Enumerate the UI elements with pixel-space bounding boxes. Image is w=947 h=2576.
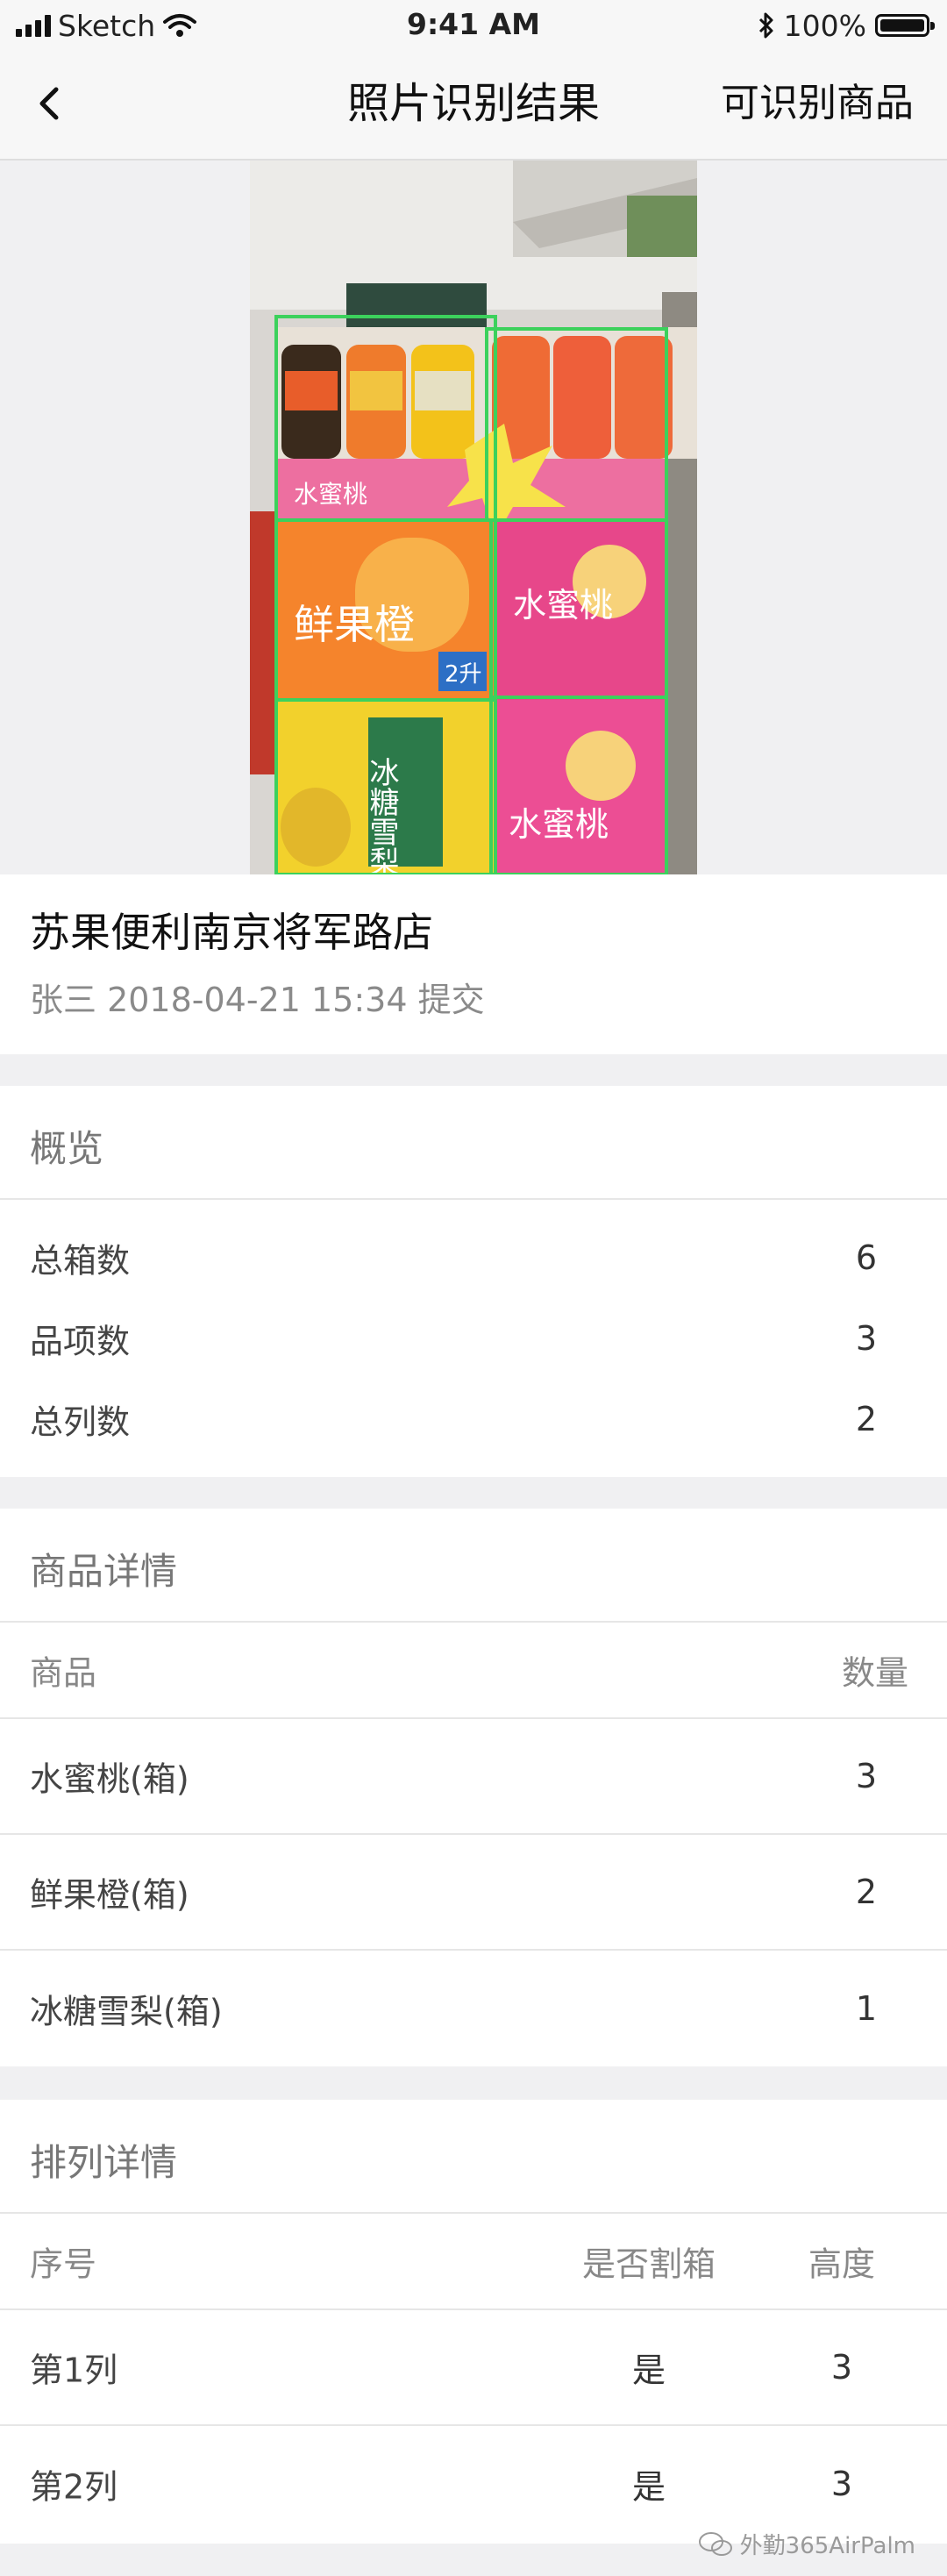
wechat-icon bbox=[698, 2531, 732, 2556]
product-detail-header: 商品详情 bbox=[0, 1509, 947, 1623]
overview-label: 品项数 bbox=[30, 1322, 131, 1361]
product-qty: 2 bbox=[855, 1873, 877, 1911]
photo-label-peach-bottom: 水蜜桃 bbox=[509, 805, 609, 844]
product-name: 水蜜桃(箱) bbox=[30, 1759, 189, 1799]
overview-section: 概览 总箱数 6 品项数 3 总列数 2 bbox=[0, 1086, 947, 1477]
product-qty: 1 bbox=[855, 1989, 877, 2028]
overview-label: 总列数 bbox=[30, 1402, 131, 1442]
table-row[interactable]: 第1列 是 3 bbox=[0, 2310, 947, 2426]
photo-area: 水蜜桃 鲜果橙 2升 水蜜桃 冰糖雪梨 水蜜桃 bbox=[0, 161, 947, 874]
shelf-photo[interactable]: 水蜜桃 鲜果橙 2升 水蜜桃 冰糖雪梨 水蜜桃 bbox=[250, 161, 697, 874]
column-detail-section: 排列详情 序号 是否割箱 高度 第1列 是 3 第2列 是 3 bbox=[0, 2100, 947, 2544]
product-detail-title: 商品详情 bbox=[30, 1550, 178, 1593]
photo-label-pear: 冰糖雪梨 bbox=[364, 757, 399, 874]
overview-row: 品项数 3 bbox=[0, 1298, 947, 1379]
column-split: 是 bbox=[631, 2351, 666, 2390]
chevron-left-icon bbox=[39, 87, 59, 120]
column-detail-header: 排列详情 bbox=[0, 2100, 947, 2214]
column-table-header: 序号 是否割箱 高度 bbox=[0, 2214, 947, 2310]
watermark-text: 外勤365AirPalm bbox=[739, 2533, 915, 2559]
column-index: 第1列 bbox=[30, 2351, 118, 2390]
product-detail-section: 商品详情 商品 数量 水蜜桃(箱) 3 鲜果橙(箱) 2 冰糖雪梨(箱) 1 bbox=[0, 1509, 947, 2066]
column-height: 3 bbox=[830, 2465, 853, 2503]
photo-label-orange: 鲜果橙 bbox=[294, 601, 415, 648]
product-qty: 3 bbox=[855, 1757, 877, 1795]
column-detail-title: 排列详情 bbox=[30, 2141, 178, 2184]
overview-value: 3 bbox=[855, 1319, 877, 1358]
store-card: 苏果便利南京将军路店 张三 2018-04-21 15:34 提交 bbox=[0, 874, 947, 1054]
overview-title: 概览 bbox=[30, 1127, 104, 1170]
product-col-header: 商品 bbox=[30, 1653, 97, 1693]
bluetooth-icon bbox=[758, 12, 773, 39]
table-row[interactable]: 冰糖雪梨(箱) 1 bbox=[0, 1951, 947, 2066]
product-name: 鲜果橙(箱) bbox=[30, 1875, 189, 1915]
overview-header: 概览 bbox=[0, 1086, 947, 1200]
battery-icon bbox=[875, 14, 935, 37]
product-table-header: 商品 数量 bbox=[0, 1623, 947, 1719]
shelf-photo-image: 水蜜桃 鲜果橙 2升 水蜜桃 冰糖雪梨 水蜜桃 bbox=[250, 161, 697, 874]
photo-label-2l: 2升 bbox=[445, 661, 482, 688]
watermark: 外勤365AirPalm bbox=[698, 2528, 915, 2560]
back-button[interactable] bbox=[25, 77, 77, 130]
column-split: 是 bbox=[631, 2467, 666, 2507]
table-row[interactable]: 第2列 是 3 bbox=[0, 2426, 947, 2542]
battery-percent: 100% bbox=[783, 8, 866, 43]
submission-meta: 张三 2018-04-21 15:34 提交 bbox=[30, 981, 485, 1019]
nav-bar: 照片识别结果 可识别商品 bbox=[0, 51, 947, 161]
photo-label-peach-top: 水蜜桃 bbox=[294, 480, 367, 509]
status-right: 100% bbox=[758, 7, 935, 44]
product-name: 冰糖雪梨(箱) bbox=[30, 1992, 223, 2031]
height-col-header: 高度 bbox=[808, 2244, 876, 2284]
overview-value: 2 bbox=[855, 1400, 877, 1438]
recognizable-products-button[interactable]: 可识别商品 bbox=[721, 77, 914, 130]
overview-label: 总箱数 bbox=[30, 1241, 131, 1281]
split-col-header: 是否割箱 bbox=[581, 2244, 716, 2284]
quantity-col-header: 数量 bbox=[841, 1653, 908, 1693]
table-row[interactable]: 水蜜桃(箱) 3 bbox=[0, 1719, 947, 1835]
index-col-header: 序号 bbox=[30, 2244, 97, 2284]
overview-value: 6 bbox=[855, 1238, 877, 1277]
store-name: 苏果便利南京将军路店 bbox=[30, 909, 433, 956]
photo-label-peach-mid: 水蜜桃 bbox=[513, 586, 613, 624]
overview-row: 总列数 2 bbox=[0, 1379, 947, 1459]
table-row[interactable]: 鲜果橙(箱) 2 bbox=[0, 1835, 947, 1951]
status-bar: Sketch 9:41 AM 100% bbox=[0, 0, 947, 51]
column-height: 3 bbox=[830, 2348, 853, 2387]
column-index: 第2列 bbox=[30, 2467, 118, 2507]
overview-row: 总箱数 6 bbox=[0, 1217, 947, 1298]
